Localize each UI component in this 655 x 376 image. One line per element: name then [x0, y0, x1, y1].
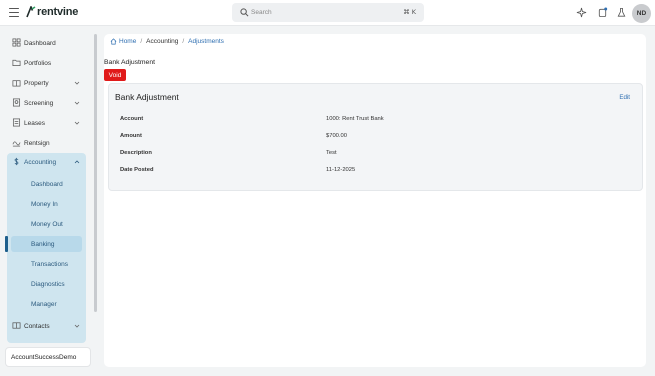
chevron-down-icon: [74, 121, 80, 125]
detail-label: Amount: [120, 133, 142, 139]
detail-row-account: Account 1000: Rent Trust Bank: [120, 116, 640, 126]
sidebar-scrollbar[interactable]: [94, 34, 97, 312]
sidebar-item-label: Property: [24, 79, 49, 87]
chevron-down-icon: [74, 81, 80, 85]
detail-value: 1000: Rent Trust Bank: [326, 116, 384, 122]
detail-row-date-posted: Date Posted 11-12-2025: [120, 167, 640, 177]
chevron-up-icon: [74, 160, 80, 164]
detail-label: Description: [120, 150, 152, 156]
void-button[interactable]: Void: [104, 69, 126, 81]
subitem-label: Transactions: [31, 260, 68, 268]
page-title: Bank Adjustment: [104, 59, 156, 66]
account-name: AccountSuccessDemo: [11, 353, 77, 361]
sidebar-item-property[interactable]: Property: [7, 74, 86, 92]
sidebar-item-label: Leases: [24, 119, 45, 127]
chevron-down-icon: [74, 324, 80, 328]
edit-link[interactable]: Edit: [619, 94, 630, 101]
breadcrumb-home-label: Home: [119, 38, 137, 45]
active-indicator: [5, 236, 8, 252]
flask-icon[interactable]: [616, 7, 627, 18]
home-icon: [110, 38, 117, 45]
detail-card: Bank Adjustment Edit Account 1000: Rent …: [108, 83, 643, 191]
card-title: Bank Adjustment: [115, 92, 179, 102]
sidebar-subitem-banking[interactable]: Banking: [5, 236, 82, 252]
breadcrumb-accounting[interactable]: Accounting: [146, 38, 178, 45]
breadcrumb-separator: /: [182, 38, 185, 45]
sidebar-item-contacts[interactable]: Contacts: [7, 317, 86, 335]
breadcrumb-home[interactable]: Home: [110, 38, 136, 45]
subitem-label: Money In: [31, 200, 58, 208]
hamburger-menu-icon[interactable]: [9, 8, 19, 17]
detail-row-amount: Amount $700.00: [120, 133, 640, 143]
sidebar-item-screening[interactable]: Screening: [7, 94, 86, 112]
breadcrumb-separator: /: [140, 38, 143, 45]
breadcrumb: Home / Accounting / Adjustments: [110, 38, 224, 45]
detail-value: $700.00: [326, 133, 347, 139]
sidebar-item-leases[interactable]: Leases: [7, 114, 86, 132]
sidebar-item-label: Dashboard: [24, 39, 56, 47]
sidebar-subitem-transactions[interactable]: Transactions: [7, 256, 86, 272]
sidebar-item-label: Portfolios: [24, 59, 52, 67]
search-icon: [240, 8, 249, 17]
account-switcher[interactable]: AccountSuccessDemo: [5, 347, 91, 367]
search-shortcut: ⌘ K: [403, 8, 416, 16]
sidebar-item-dashboard[interactable]: Dashboard: [7, 34, 86, 52]
lease-icon: [12, 118, 21, 127]
building-icon: [12, 80, 21, 87]
sidebar-item-label: Screening: [24, 99, 54, 107]
dollar-icon: [14, 157, 19, 166]
contacts-icon: [12, 322, 21, 329]
app-logo[interactable]: rentvine: [26, 6, 78, 18]
detail-label: Date Posted: [120, 167, 154, 173]
rentvine-logo-icon: [26, 6, 36, 18]
sidebar-subitem-manager[interactable]: Manager: [7, 296, 86, 312]
notification-icon[interactable]: [597, 7, 608, 18]
detail-value: 11-12-2025: [326, 167, 356, 173]
detail-label: Account: [120, 116, 144, 122]
sidebar-item-rentsign[interactable]: Rentsign: [7, 134, 86, 152]
sidebar-item-label: Contacts: [24, 322, 50, 330]
subitem-label: Banking: [31, 240, 55, 248]
sidebar: Dashboard Portfolios Property Screening: [0, 27, 97, 376]
logo-text: rentvine: [37, 6, 79, 18]
grid-icon: [12, 38, 21, 47]
sidebar-item-portfolios[interactable]: Portfolios: [7, 54, 86, 72]
top-bar: rentvine ⌘ K ND: [0, 0, 655, 26]
subitem-label: Manager: [31, 300, 57, 308]
sidebar-subitem-diagnostics[interactable]: Diagnostics: [7, 276, 86, 292]
detail-value: Test: [326, 150, 337, 156]
detail-row-description: Description Test: [120, 150, 640, 160]
sparkle-icon[interactable]: [576, 7, 587, 18]
screening-icon: [12, 98, 21, 107]
sidebar-item-label: Rentsign: [24, 139, 50, 147]
search-bar[interactable]: ⌘ K: [232, 3, 424, 22]
main-content: Home / Accounting / Adjustments Bank Adj…: [104, 34, 646, 367]
search-input[interactable]: [250, 5, 400, 20]
folder-icon: [12, 59, 21, 67]
breadcrumb-adjustments[interactable]: Adjustments: [188, 38, 224, 45]
sidebar-item-label: Accounting: [24, 158, 57, 166]
sidebar-subitem-money-in[interactable]: Money In: [7, 196, 86, 212]
chevron-down-icon: [74, 101, 80, 105]
accounting-group: Accounting Dashboard Money In Money Out …: [5, 153, 86, 343]
sidebar-subitem-money-out[interactable]: Money Out: [7, 216, 86, 232]
signature-icon: [12, 141, 21, 147]
sidebar-subitem-dashboard[interactable]: Dashboard: [7, 176, 86, 192]
user-avatar[interactable]: ND: [632, 4, 651, 23]
subitem-label: Diagnostics: [31, 280, 65, 288]
subitem-label: Dashboard: [31, 180, 63, 188]
subitem-label: Money Out: [31, 220, 63, 228]
sidebar-item-accounting[interactable]: Accounting: [7, 153, 86, 171]
